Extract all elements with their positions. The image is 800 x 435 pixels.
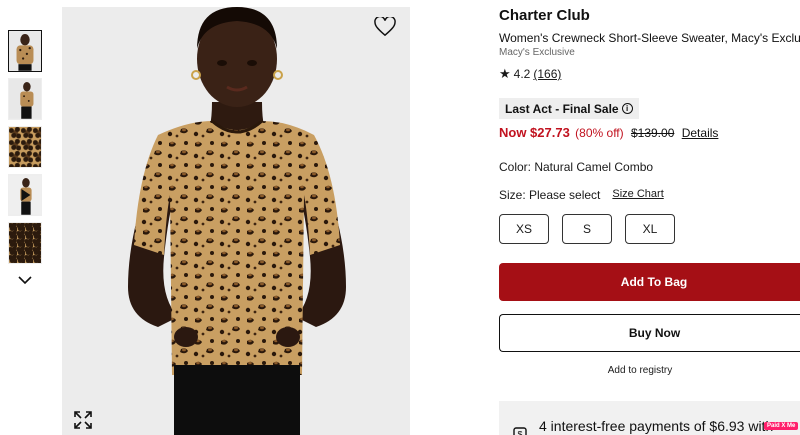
thumbnail-list — [8, 30, 46, 270]
rating-value: 4.2 — [513, 67, 531, 81]
thumbnail-fabric-image — [9, 223, 41, 263]
price-discount: (80% off) — [575, 126, 624, 140]
model-illustration — [62, 7, 410, 435]
installments-banner: $ 4 interest-free payments of $6.93 with… — [499, 401, 800, 435]
sale-badge: Last Act - Final Sale i — [499, 98, 639, 119]
color-label: Color: Natural Camel Combo — [499, 160, 654, 174]
size-options: XS S XL — [499, 214, 675, 244]
thumbnail-flat-lay[interactable] — [8, 126, 42, 168]
price-row: Now $27.73 (80% off) $139.00 Details — [499, 125, 718, 140]
thumbnail-flat-image — [9, 127, 41, 167]
size-option-xl[interactable]: XL — [625, 214, 675, 244]
product-title: Women's Crewneck Short-Sleeve Sweater, M… — [499, 31, 800, 45]
size-option-s[interactable]: S — [562, 214, 612, 244]
add-to-registry-link[interactable]: Add to registry — [499, 365, 800, 376]
buy-now-button[interactable]: Buy Now — [499, 314, 800, 352]
exclusive-label: Macy's Exclusive — [499, 47, 575, 58]
heart-icon[interactable] — [374, 17, 396, 37]
thumbnail-side-image — [9, 79, 41, 119]
star-icon: ★ — [499, 66, 511, 81]
installments-text: 4 interest-free payments of $6.93 with — [539, 418, 774, 434]
play-icon — [21, 189, 31, 201]
size-chart-link[interactable]: Size Chart — [612, 188, 663, 202]
brand-name[interactable]: Charter Club — [499, 7, 590, 24]
info-icon[interactable]: i — [621, 103, 633, 114]
thumbnail-side-view[interactable] — [8, 78, 42, 120]
sale-badge-label: Last Act - Final Sale — [505, 101, 619, 116]
chevron-down-icon[interactable] — [18, 276, 32, 285]
price-original: $139.00 — [630, 126, 675, 140]
add-to-bag-button[interactable]: Add To Bag — [499, 263, 800, 301]
price-details-link[interactable]: Details — [682, 126, 719, 140]
thumbnail-video[interactable] — [8, 174, 42, 216]
thumbnail-front-image — [9, 31, 41, 71]
size-row: Size: Please select Size Chart — [499, 188, 664, 202]
rating: ★ 4.2 (166) — [499, 66, 561, 82]
size-label: Size: Please select — [499, 188, 601, 202]
payment-icon: $ — [513, 427, 527, 435]
add-to-registry-label: Add to registry — [607, 365, 673, 376]
thumbnail-fabric-detail[interactable] — [8, 222, 42, 264]
payment-provider-logo: Paid X Me — [764, 422, 799, 430]
price-now: Now $27.73 — [499, 125, 570, 140]
thumbnail-front-view[interactable] — [8, 30, 42, 72]
review-count-link[interactable]: (166) — [533, 67, 561, 81]
main-product-image[interactable] — [62, 7, 410, 435]
size-option-xs[interactable]: XS — [499, 214, 549, 244]
expand-icon[interactable] — [74, 411, 92, 429]
svg-text:$: $ — [517, 430, 522, 435]
